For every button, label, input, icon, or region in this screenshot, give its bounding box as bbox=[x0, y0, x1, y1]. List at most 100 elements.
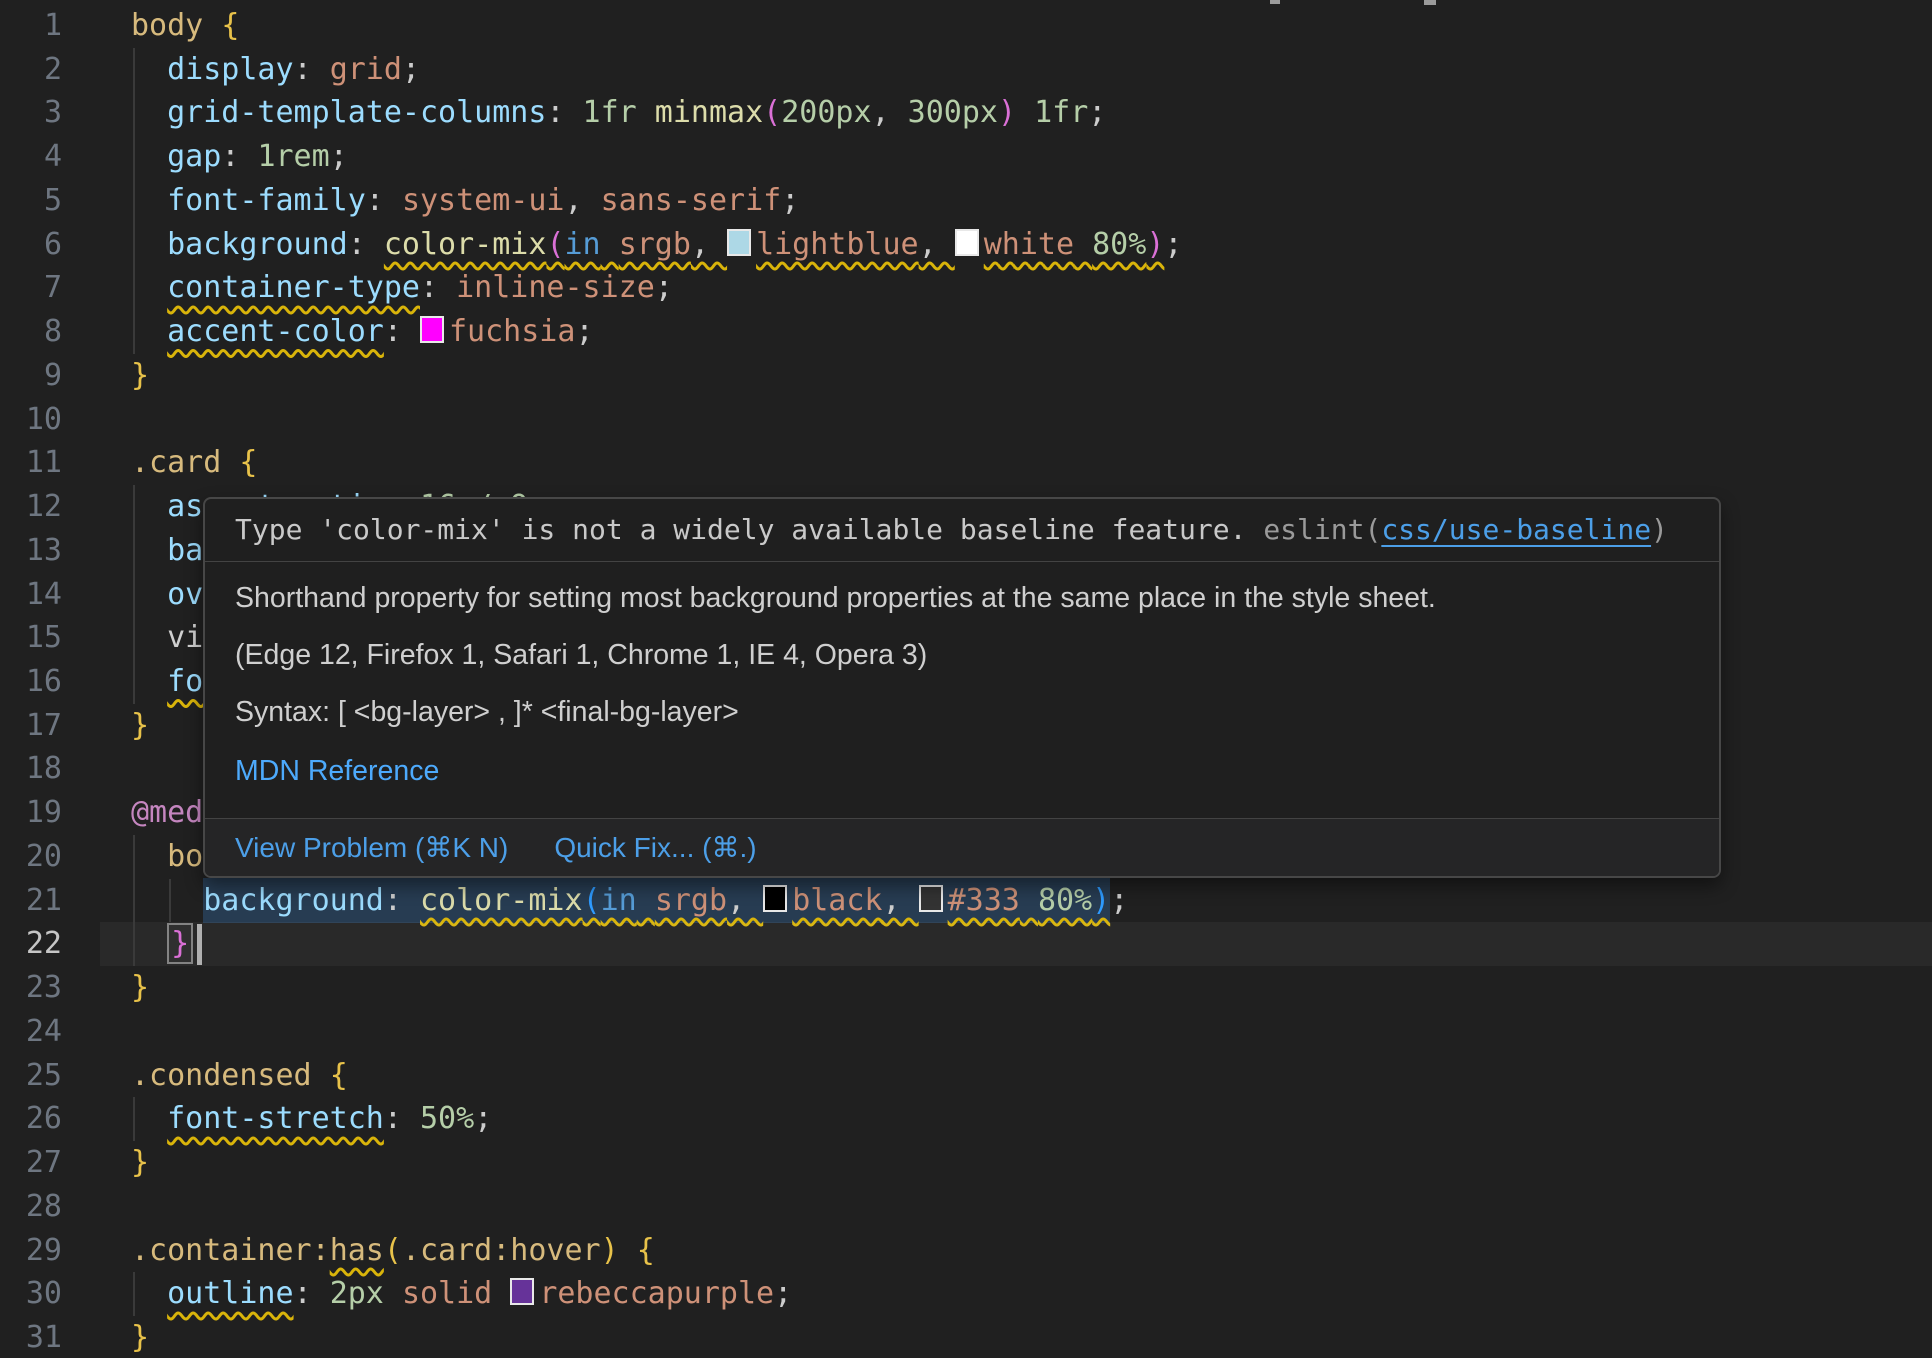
code-token bbox=[131, 620, 167, 655]
code-token: ) bbox=[998, 95, 1016, 130]
code-token: ( bbox=[583, 883, 601, 918]
line-number[interactable]: 14 bbox=[0, 573, 62, 617]
line-number[interactable]: 12 bbox=[0, 485, 62, 529]
view-problem-button[interactable]: View Problem (⌘K N) bbox=[235, 831, 508, 864]
code-token: ) bbox=[1092, 883, 1110, 918]
code-token: font-stretch bbox=[167, 1101, 384, 1136]
code-token: rebeccapurple bbox=[539, 1276, 774, 1311]
line-number[interactable]: 26 bbox=[0, 1097, 62, 1141]
code-line: 5 font-family: system-ui, sans-serif; bbox=[0, 179, 1932, 223]
code-token: vi bbox=[167, 620, 203, 655]
code-token bbox=[131, 664, 167, 699]
line-number[interactable]: 6 bbox=[0, 223, 62, 267]
line-number[interactable]: 15 bbox=[0, 616, 62, 660]
line-number[interactable]: 29 bbox=[0, 1229, 62, 1273]
line-number[interactable]: 2 bbox=[0, 48, 62, 92]
color-swatch[interactable] bbox=[510, 1278, 534, 1305]
code-token: , bbox=[919, 227, 955, 262]
color-swatch[interactable] bbox=[763, 885, 787, 912]
code-text[interactable]: ba bbox=[131, 529, 203, 573]
code-text[interactable]: grid-template-columns: 1fr minmax(200px,… bbox=[131, 91, 1106, 135]
code-text[interactable]: container-type: inline-size; bbox=[131, 266, 673, 310]
line-number[interactable]: 20 bbox=[0, 835, 62, 879]
code-token: display bbox=[167, 52, 293, 87]
line-number[interactable]: 10 bbox=[0, 398, 62, 442]
code-text[interactable]: gap: 1rem; bbox=[131, 135, 348, 179]
code-line: 11 .card { bbox=[0, 441, 1932, 485]
code-token: fuchsia bbox=[449, 314, 575, 349]
code-line: 28 bbox=[0, 1185, 1932, 1229]
code-text[interactable]: ov bbox=[131, 573, 203, 617]
code-text[interactable]: font-stretch: 50%; bbox=[131, 1097, 492, 1141]
line-number[interactable]: 13 bbox=[0, 529, 62, 573]
hover-doc-body: Shorthand property for setting most back… bbox=[205, 562, 1719, 818]
code-token: solid bbox=[402, 1276, 492, 1311]
line-number[interactable]: 23 bbox=[0, 966, 62, 1010]
code-text[interactable]: vi bbox=[131, 616, 203, 660]
code-token bbox=[131, 883, 203, 918]
line-number[interactable]: 21 bbox=[0, 879, 62, 923]
color-swatch[interactable] bbox=[919, 885, 943, 912]
code-token: color-mix bbox=[384, 227, 547, 262]
code-token: : bbox=[546, 95, 582, 130]
line-number[interactable]: 9 bbox=[0, 354, 62, 398]
lint-rule-link[interactable]: css/use-baseline bbox=[1381, 513, 1651, 546]
line-number[interactable]: 11 bbox=[0, 441, 62, 485]
code-token: @med bbox=[131, 795, 203, 830]
code-token: ; bbox=[575, 314, 593, 349]
code-text[interactable]: background: color-mix(in srgb, black, #3… bbox=[131, 879, 1128, 923]
code-text[interactable]: body { bbox=[131, 4, 239, 48]
color-swatch[interactable] bbox=[955, 229, 979, 256]
line-number[interactable]: 31 bbox=[0, 1316, 62, 1358]
line-number[interactable]: 28 bbox=[0, 1185, 62, 1229]
color-swatch[interactable] bbox=[727, 229, 751, 256]
code-text[interactable]: font-family: system-ui, sans-serif; bbox=[131, 179, 799, 223]
code-text[interactable]: .condensed { bbox=[131, 1054, 348, 1098]
line-number[interactable]: 25 bbox=[0, 1054, 62, 1098]
line-number[interactable]: 5 bbox=[0, 179, 62, 223]
line-number[interactable]: 1 bbox=[0, 4, 62, 48]
code-text[interactable]: .container:has(.card:hover) { bbox=[131, 1229, 655, 1273]
code-token: in bbox=[601, 883, 637, 918]
code-token bbox=[637, 95, 655, 130]
code-text[interactable]: @med bbox=[131, 791, 203, 835]
mdn-reference-link[interactable]: MDN Reference bbox=[235, 755, 1689, 788]
line-number[interactable]: 8 bbox=[0, 310, 62, 354]
code-token bbox=[131, 839, 167, 874]
code-token: { bbox=[637, 1233, 655, 1268]
code-text[interactable]: accent-color: fuchsia; bbox=[131, 310, 594, 354]
code-text[interactable]: bo bbox=[131, 835, 203, 879]
code-text[interactable]: } bbox=[131, 704, 149, 748]
code-token: ov bbox=[167, 577, 203, 612]
line-number[interactable]: 30 bbox=[0, 1272, 62, 1316]
line-number[interactable]: 18 bbox=[0, 747, 62, 791]
line-number[interactable]: 3 bbox=[0, 91, 62, 135]
line-number[interactable]: 24 bbox=[0, 1010, 62, 1054]
code-token: ; bbox=[1088, 95, 1106, 130]
line-number[interactable]: 19 bbox=[0, 791, 62, 835]
color-swatch[interactable] bbox=[420, 316, 444, 343]
code-text[interactable]: } bbox=[131, 1141, 149, 1185]
quick-fix-button[interactable]: Quick Fix... (⌘.) bbox=[554, 831, 756, 864]
code-token: } bbox=[131, 1320, 149, 1355]
code-text[interactable]: .card { bbox=[131, 441, 257, 485]
code-text[interactable]: fo bbox=[131, 660, 203, 704]
line-number[interactable]: 22 bbox=[0, 922, 62, 966]
line-number[interactable]: 7 bbox=[0, 266, 62, 310]
line-number[interactable]: 27 bbox=[0, 1141, 62, 1185]
code-token: } bbox=[131, 708, 149, 743]
text-cursor bbox=[197, 924, 202, 965]
code-text[interactable]: } bbox=[131, 354, 149, 398]
code-text[interactable]: } bbox=[131, 1316, 149, 1358]
code-text[interactable]: background: color-mix(in srgb, lightblue… bbox=[131, 223, 1182, 267]
code-line: 22 } bbox=[0, 922, 1932, 966]
warning-squiggle: has bbox=[330, 1233, 384, 1268]
code-text[interactable]: } bbox=[131, 966, 149, 1010]
code-text[interactable]: display: grid; bbox=[131, 48, 420, 92]
code-line: 10 bbox=[0, 398, 1932, 442]
line-number[interactable]: 17 bbox=[0, 704, 62, 748]
line-number[interactable]: 4 bbox=[0, 135, 62, 179]
code-text[interactable]: } bbox=[131, 922, 202, 966]
line-number[interactable]: 16 bbox=[0, 660, 62, 704]
code-text[interactable]: outline: 2px solid rebeccapurple; bbox=[131, 1272, 792, 1316]
